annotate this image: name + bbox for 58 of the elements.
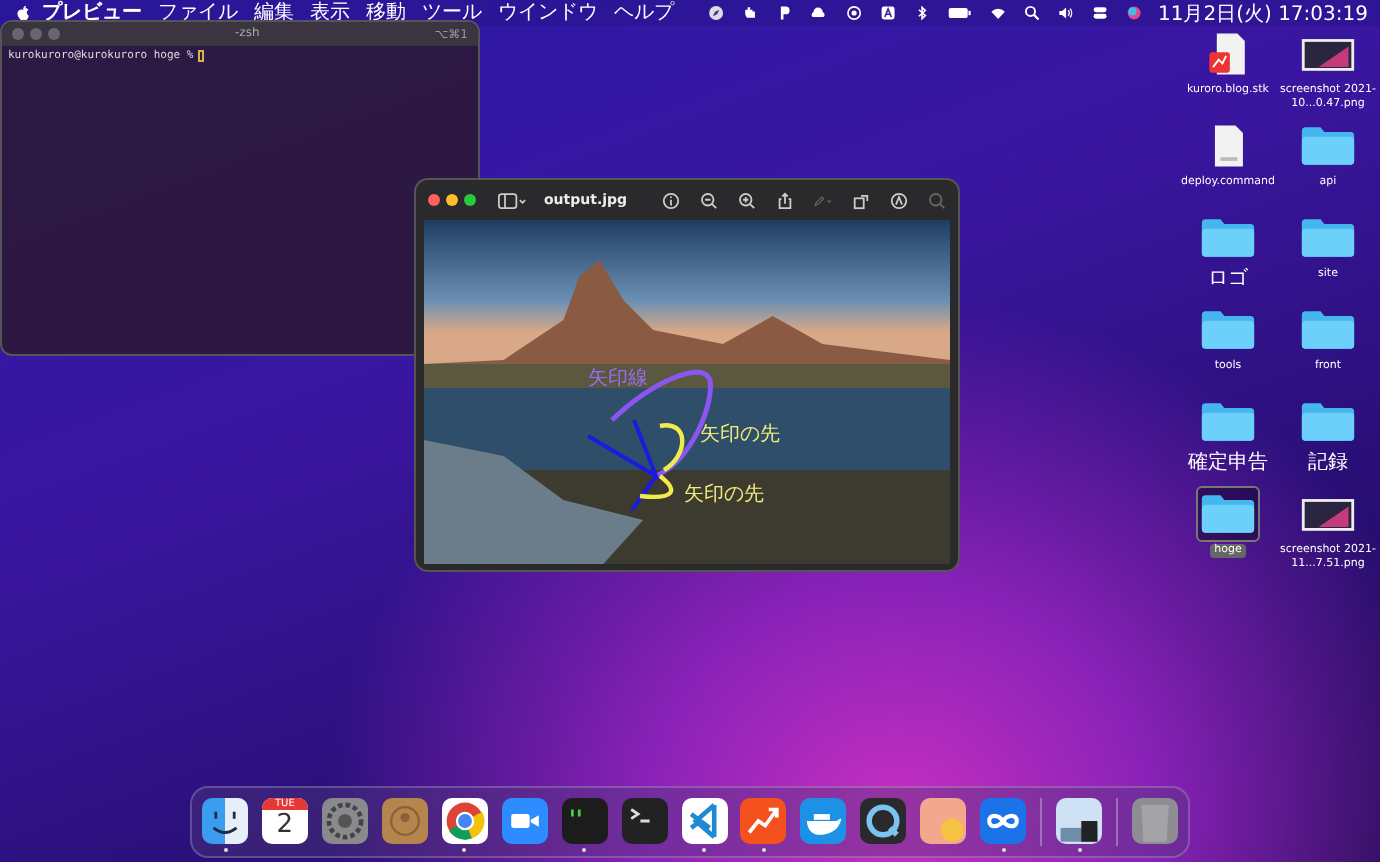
hand-icon[interactable] bbox=[742, 4, 759, 22]
desktop-icon-label: 確定申告 bbox=[1188, 452, 1268, 476]
markup-icon[interactable] bbox=[890, 191, 908, 209]
close-button[interactable] bbox=[428, 194, 440, 206]
calendar-day: 2 bbox=[276, 810, 294, 840]
desktop-icon[interactable] bbox=[1196, 486, 1260, 542]
video-camera-app-icon[interactable] bbox=[501, 798, 548, 844]
console-app-icon[interactable] bbox=[561, 798, 608, 844]
cloud-icon[interactable] bbox=[810, 4, 828, 22]
whale-app-icon[interactable] bbox=[800, 798, 847, 844]
share-icon[interactable] bbox=[776, 191, 794, 209]
pill-app-icon[interactable] bbox=[920, 798, 967, 844]
menu-item[interactable]: ヘルプ bbox=[614, 0, 675, 26]
browser-app-icon[interactable] bbox=[441, 798, 488, 844]
zoom-button[interactable] bbox=[464, 194, 476, 206]
terminal-app-icon[interactable] bbox=[621, 798, 668, 844]
compass-icon[interactable] bbox=[708, 4, 725, 22]
image-stack-icon[interactable] bbox=[1056, 798, 1103, 844]
menu-item[interactable]: 表示 bbox=[310, 0, 351, 26]
info-icon[interactable] bbox=[662, 191, 680, 209]
sidebar-toggle-icon[interactable] bbox=[498, 191, 526, 209]
minimize-button[interactable] bbox=[446, 194, 458, 206]
input-method-icon[interactable] bbox=[879, 4, 896, 22]
chart-arrow-app-icon[interactable] bbox=[740, 798, 787, 844]
menu-bar-clock[interactable]: 11月2日(火) 17:03:19 bbox=[1158, 0, 1368, 27]
smiling-face-app-icon[interactable] bbox=[202, 798, 248, 844]
annotation-label: 矢印の先 bbox=[700, 426, 780, 446]
contact-book-app-icon[interactable] bbox=[381, 798, 428, 844]
annotation-label: 矢印線 bbox=[588, 370, 648, 390]
markup-pen-icon[interactable] bbox=[814, 191, 832, 209]
zoom-out-icon[interactable] bbox=[700, 191, 718, 209]
media-player-app-icon[interactable] bbox=[860, 798, 907, 844]
menu-item[interactable]: ツール bbox=[422, 0, 483, 26]
desktop-icon-label: 記録 bbox=[1308, 452, 1348, 476]
menu-item[interactable]: プレビュー bbox=[42, 0, 143, 26]
zoom-in-icon[interactable] bbox=[738, 191, 756, 209]
infinity-app-icon[interactable] bbox=[980, 798, 1027, 844]
control-center-icon[interactable] bbox=[1091, 4, 1108, 22]
speaker-icon[interactable] bbox=[1057, 4, 1074, 22]
code-editor-app-icon[interactable] bbox=[681, 798, 727, 844]
apple-logo-icon[interactable] bbox=[16, 3, 31, 23]
search-icon[interactable] bbox=[1023, 4, 1040, 22]
annotation-label: 矢印の先 bbox=[684, 486, 764, 506]
menu-item[interactable]: 編集 bbox=[254, 0, 295, 26]
siri-icon[interactable] bbox=[1125, 4, 1142, 22]
menu-item[interactable]: ファイル bbox=[158, 0, 239, 26]
menu-item[interactable]: 移動 bbox=[366, 0, 407, 26]
text-cursor bbox=[197, 50, 204, 62]
record-icon[interactable] bbox=[845, 4, 862, 22]
trash-icon[interactable] bbox=[1131, 798, 1178, 844]
rotate-icon[interactable] bbox=[852, 191, 870, 209]
gear-app-icon[interactable] bbox=[321, 798, 368, 844]
menu-item[interactable]: ウインドウ bbox=[498, 0, 599, 26]
wifi-icon[interactable] bbox=[989, 4, 1006, 22]
p-logo-icon[interactable] bbox=[776, 4, 793, 22]
battery-icon[interactable] bbox=[947, 4, 972, 22]
bluetooth-icon[interactable] bbox=[913, 4, 930, 22]
desktop-icon-label: ロゴ bbox=[1208, 268, 1248, 292]
